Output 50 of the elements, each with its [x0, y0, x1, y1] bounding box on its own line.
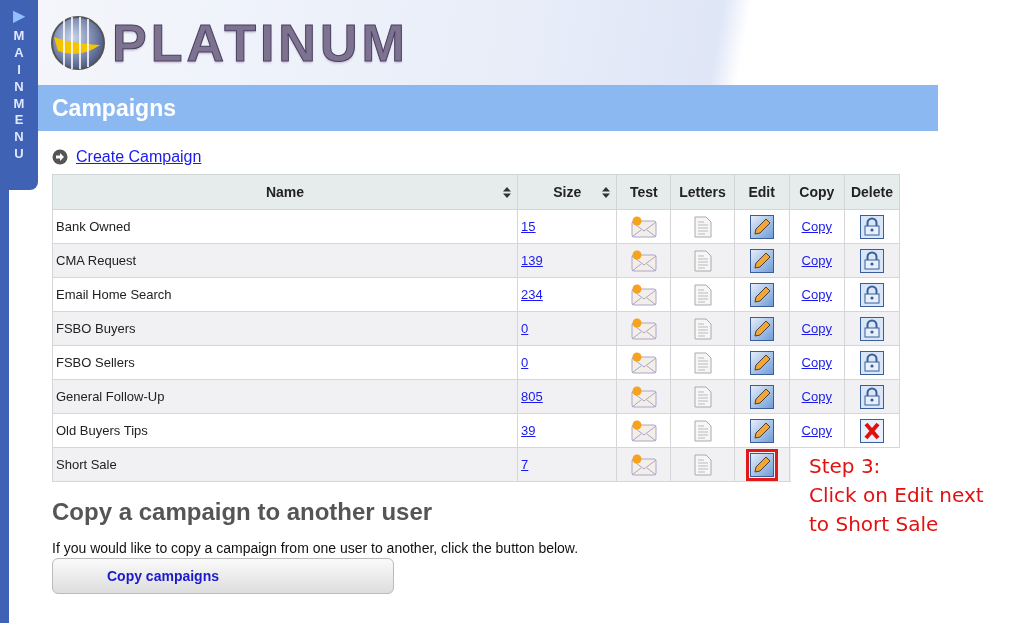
copy-campaigns-button[interactable]: Copy campaigns: [52, 558, 394, 594]
section-heading: Copy a campaign to another user: [52, 498, 433, 526]
description-text: If you would like to copy a campaign from one user to another, click the button below.: [52, 540, 580, 556]
size-link[interactable]: 0: [521, 355, 529, 370]
pencil-icon[interactable]: [749, 418, 774, 443]
annotation-text: Step 3:: [809, 453, 882, 480]
size-link[interactable]: 39: [521, 423, 536, 438]
lock-icon[interactable]: [859, 214, 884, 239]
pencil-icon[interactable]: [749, 350, 774, 375]
size-link[interactable]: 0: [521, 321, 529, 336]
table-cell: Old Buyers Tips: [52, 413, 518, 448]
pencil-icon[interactable]: [749, 214, 774, 239]
annotation-text: Click on Edit next: [809, 482, 985, 509]
sort-icon[interactable]: [602, 186, 611, 198]
logo-globe-icon: [50, 14, 106, 71]
column-header[interactable]: Name: [52, 174, 518, 210]
table-cell: FSBO Sellers: [52, 345, 518, 380]
size-link[interactable]: 805: [521, 389, 543, 404]
annotation-text: to Short Sale: [809, 511, 940, 538]
lock-icon[interactable]: [859, 282, 884, 307]
table-cell: Bank Owned: [52, 209, 518, 244]
table-cell: CMA Request: [52, 243, 518, 278]
delete-x-icon[interactable]: [859, 418, 884, 443]
table-cell: Short Sale: [52, 447, 518, 482]
lock-icon[interactable]: [859, 248, 884, 273]
lock-icon[interactable]: [859, 350, 884, 375]
pencil-icon[interactable]: [749, 248, 774, 273]
create-campaign-link[interactable]: Create Campaign: [76, 147, 202, 166]
column-header: Test: [616, 174, 671, 210]
column-header: Copy: [789, 174, 845, 210]
pencil-icon[interactable]: [749, 282, 774, 307]
arrow-circle-icon: [52, 148, 68, 165]
lock-icon[interactable]: [859, 316, 884, 341]
column-header[interactable]: Size: [517, 174, 617, 210]
sort-icon[interactable]: [503, 186, 512, 198]
lock-icon[interactable]: [859, 384, 884, 409]
column-header: Edit: [734, 174, 790, 210]
logo-text: PLATINUM: [112, 12, 409, 73]
pencil-icon[interactable]: [749, 316, 774, 341]
column-header: Delete: [844, 174, 900, 210]
size-link[interactable]: 139: [521, 253, 543, 268]
column-header: Letters: [670, 174, 735, 210]
table-cell: General Follow-Up: [52, 379, 518, 414]
table-cell: FSBO Buyers: [52, 311, 518, 346]
size-link[interactable]: 15: [521, 219, 536, 234]
size-link[interactable]: 7: [521, 457, 529, 472]
table-cell: Email Home Search: [52, 277, 518, 312]
size-link[interactable]: 234: [521, 287, 543, 302]
page-title: Campaigns: [52, 94, 176, 122]
pencil-icon[interactable]: [749, 384, 774, 409]
